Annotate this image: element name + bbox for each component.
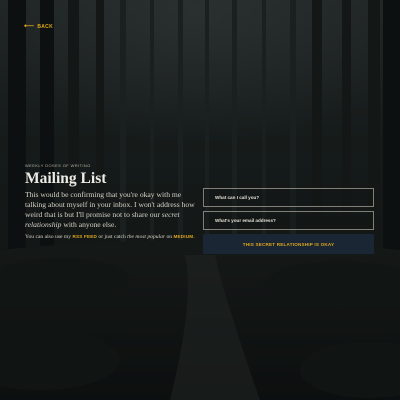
intro-paragraph: This would be confirming that you're oka… bbox=[25, 190, 197, 230]
subscribe-button-label: THIS SECRET RELATIONSHIP IS OKAY bbox=[242, 241, 335, 247]
mailing-list-page: ⟵ BACK WEEKLY DOSES OF WRITING Mailing L… bbox=[0, 0, 400, 400]
medium-link[interactable]: MEDIUM bbox=[173, 234, 193, 239]
intro-section: WEEKLY DOSES OF WRITING Mailing List Thi… bbox=[25, 163, 197, 241]
aside-paragraph: You can also use my RSS FEED or just cat… bbox=[25, 233, 197, 241]
aside-text-part: or just catch bbox=[97, 234, 128, 240]
aside-text-part: . bbox=[193, 234, 195, 240]
subscribe-button[interactable]: THIS SECRET RELATIONSHIP IS OKAY bbox=[203, 234, 374, 254]
subscribe-form: THIS SECRET RELATIONSHIP IS OKAY bbox=[203, 188, 374, 254]
name-field[interactable] bbox=[203, 188, 374, 207]
aside-text-part: You can also use my bbox=[25, 234, 73, 240]
aside-emphasis: the most popular bbox=[127, 234, 166, 240]
email-field[interactable] bbox=[203, 211, 374, 230]
email-input[interactable] bbox=[215, 218, 373, 223]
back-label: BACK bbox=[37, 23, 53, 30]
arrow-left-icon: ⟵ bbox=[24, 23, 35, 30]
page-title: Mailing List bbox=[25, 170, 107, 187]
name-input[interactable] bbox=[215, 195, 373, 200]
back-link[interactable]: ⟵ BACK bbox=[24, 23, 53, 30]
kicker-text: WEEKLY DOSES OF WRITING bbox=[25, 163, 91, 168]
intro-text-part: with anyone else. bbox=[61, 220, 117, 229]
rss-feed-link[interactable]: RSS FEED bbox=[72, 234, 97, 239]
